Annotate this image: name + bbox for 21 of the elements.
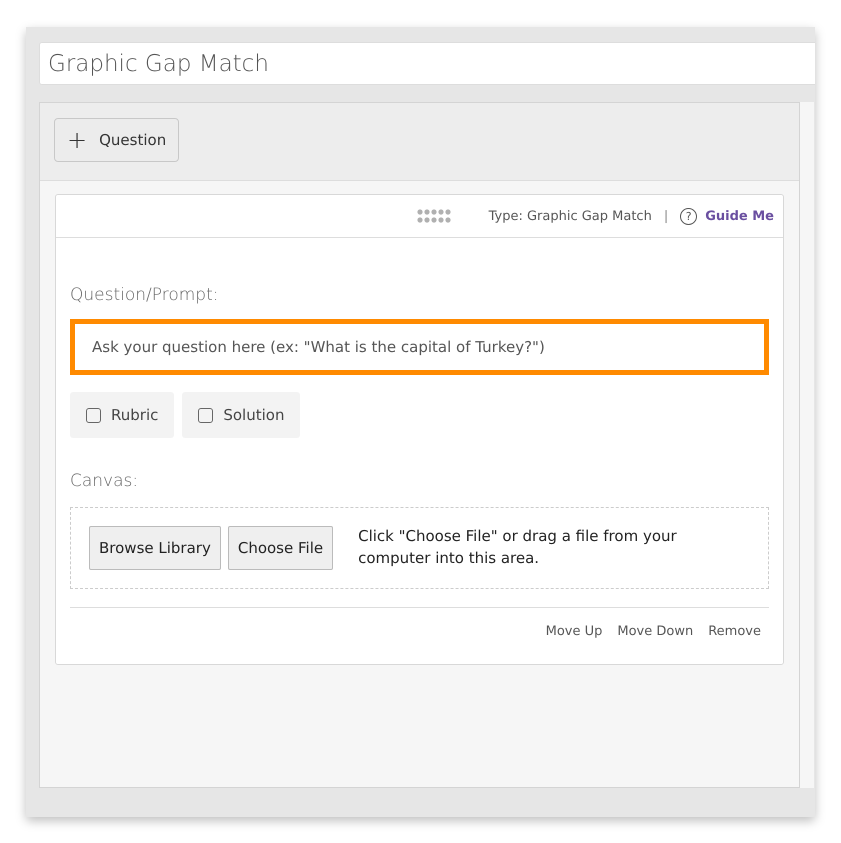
file-button[interactable]: Browse Library — [89, 526, 221, 570]
drop-area[interactable]: Browse Library Choose File Click "Choose File" or drag a file from your computer into this area. — [70, 507, 769, 589]
question-field[interactable]: Ask your question here (ex: "What is the capital of Turkey?") — [70, 319, 769, 375]
drop-hint: Click "Choose File" or drag a file from your computer into this area. — [358, 526, 678, 569]
file-button[interactable]: Choose File — [228, 526, 334, 570]
type-label: Type: Graphic Gap Match — [488, 208, 652, 224]
checkbox-option[interactable]: Rubric — [70, 392, 174, 438]
action-link[interactable]: Move Up — [546, 624, 602, 639]
canvas-label: Canvas: — [70, 471, 140, 491]
prompt-label: Question/Prompt: — [70, 285, 220, 305]
help-icon[interactable]: ? — [680, 208, 698, 224]
action-link[interactable]: Remove — [708, 624, 761, 639]
checkbox[interactable] — [86, 408, 101, 422]
guide-me-link[interactable]: Guide Me — [705, 208, 774, 224]
title-field[interactable]: Graphic Gap Match — [39, 42, 815, 85]
checkbox-option[interactable]: Solution — [182, 392, 300, 438]
checkbox[interactable] — [198, 408, 214, 422]
separator: | — [664, 208, 668, 224]
action-link[interactable]: Move Down — [617, 624, 694, 639]
drag-handle-icon[interactable] — [416, 209, 451, 223]
add-question-button[interactable]: + Question — [54, 118, 180, 162]
